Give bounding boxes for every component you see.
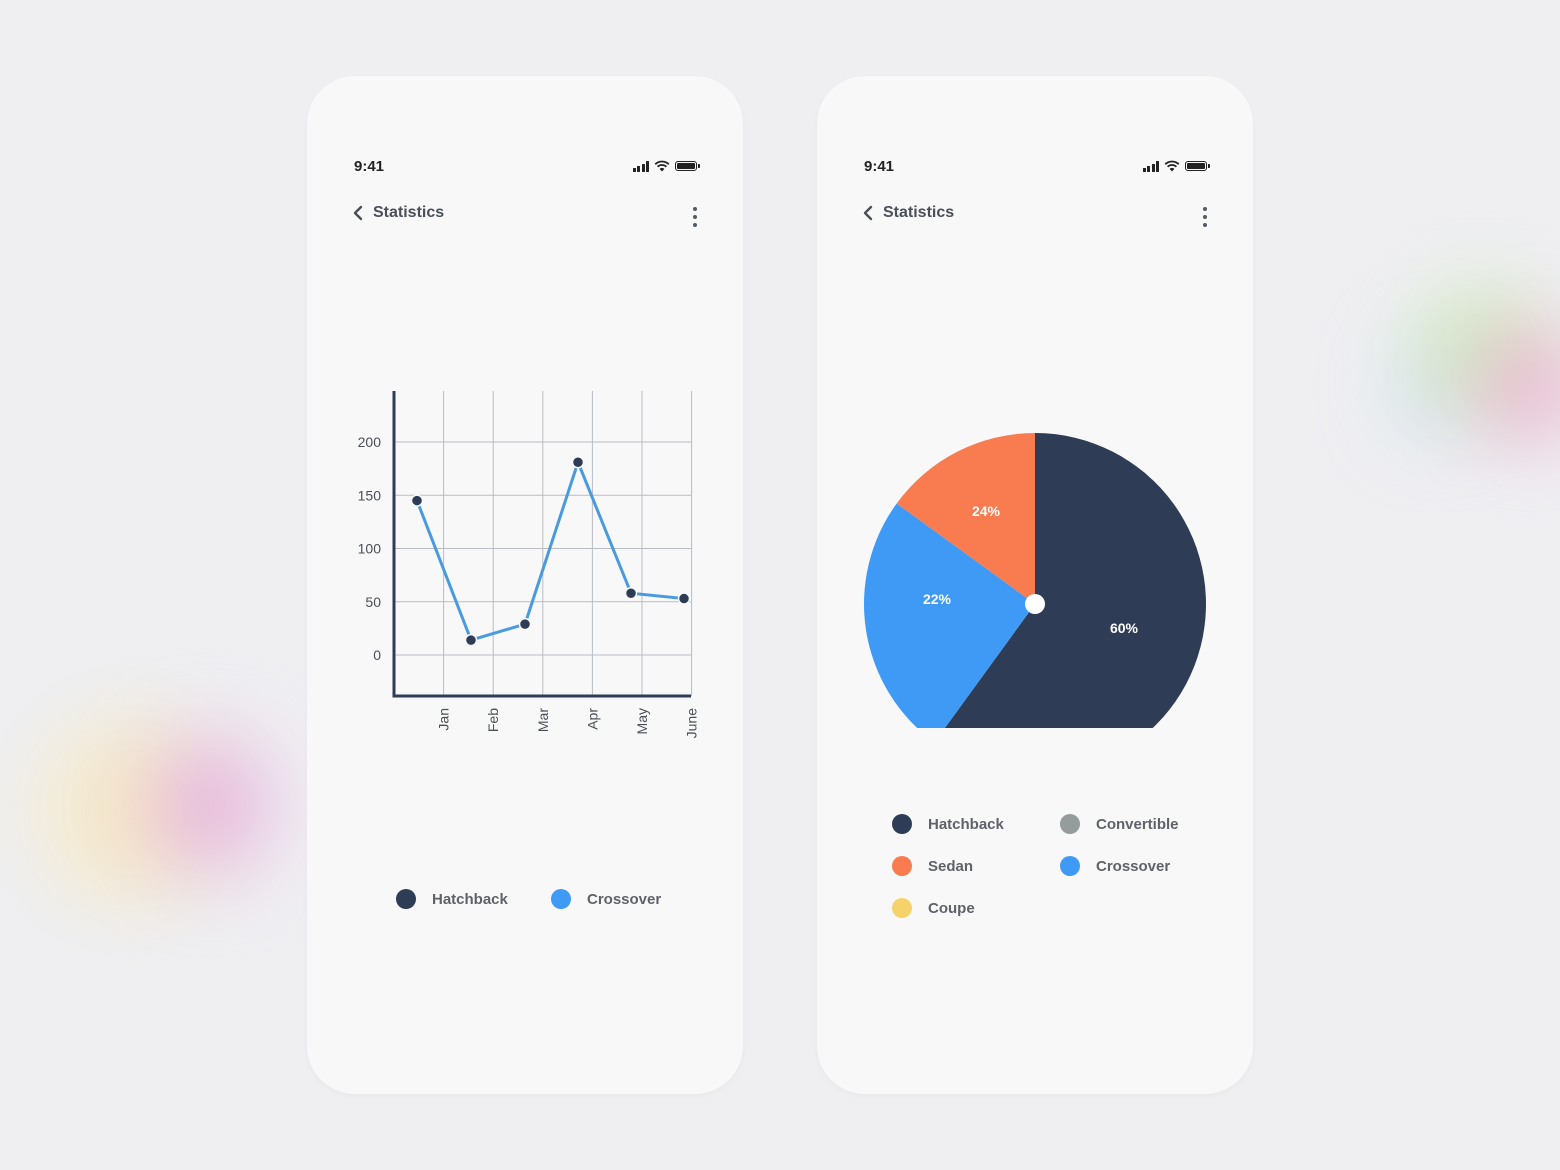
y-tick-label: 50 [365, 594, 381, 610]
legend-dot-crossover [551, 889, 571, 909]
data-point [624, 586, 638, 600]
data-point [518, 617, 532, 631]
status-time: 9:41 [864, 158, 895, 175]
pie-chart: 60% 22% 24% [864, 433, 1207, 728]
more-options-button[interactable] [1201, 207, 1209, 227]
data-point [464, 633, 478, 647]
series-line-segment [523, 460, 580, 626]
legend-label: Hatchback [928, 815, 1004, 833]
x-tick-label: Mar [535, 708, 551, 732]
pie-center-dot [1025, 594, 1045, 614]
legend-dot [892, 898, 912, 918]
series-line-segment [469, 622, 527, 642]
legend-label: Sedan [928, 857, 974, 875]
x-tick-label: Feb [485, 708, 501, 732]
phone-screen-pie-chart: 9:41 Statistics 60% 22% 24% Hatchback Conve… [817, 76, 1253, 1094]
legend-item-crossover: Crossover [1060, 856, 1170, 876]
pie-slice-label: 60% [1110, 620, 1139, 636]
page-title: Statistics [883, 204, 955, 221]
legend-item-sedan: Sedan [892, 856, 973, 876]
phone-screen-line-chart: 9:41 Statistics 0 50 100 150 200 Jan Feb Mar Apr… [307, 76, 743, 1094]
legend-label: Crossover [587, 890, 662, 908]
y-tick-label: 100 [358, 541, 382, 557]
legend-dot [892, 856, 912, 876]
legend-dot [1060, 856, 1080, 876]
background-blur-pink [150, 740, 270, 870]
chevron-left-icon [353, 205, 363, 221]
pie-slice-label: 22% [923, 591, 952, 607]
line-chart: 0 50 100 150 200 Jan Feb Mar Apr May June [358, 391, 700, 739]
legend-label: Crossover [1096, 857, 1171, 875]
legend-item-crossover: Crossover [551, 889, 661, 909]
data-point [410, 494, 424, 507]
battery-icon [675, 161, 700, 171]
series-line-segment [629, 591, 686, 601]
legend-label: Hatchback [432, 890, 508, 908]
status-time: 9:41 [354, 158, 385, 175]
legend-label: Coupe [928, 899, 975, 917]
legend-dot-hatchback [396, 889, 416, 909]
battery-icon [1185, 161, 1210, 171]
legend-item-hatchback: Hatchback [892, 814, 1004, 834]
signal-icon [632, 160, 649, 172]
y-tick-label: 150 [358, 487, 382, 503]
legend-item-coupe: Coupe [892, 898, 975, 918]
legend-dot [892, 814, 912, 834]
back-button[interactable]: Statistics [353, 204, 444, 222]
wifi-icon [1164, 160, 1180, 172]
data-point [571, 455, 585, 469]
back-button[interactable]: Statistics [863, 204, 954, 222]
status-icons [1142, 160, 1210, 172]
signal-icon [1142, 160, 1159, 172]
more-options-button[interactable] [691, 207, 699, 227]
wifi-icon [654, 160, 670, 172]
y-tick-label: 200 [358, 434, 382, 450]
series-line-segment [576, 460, 633, 595]
x-tick-label: Apr [584, 708, 600, 730]
data-point [677, 592, 691, 605]
legend-dot [1060, 814, 1080, 834]
legend-item-hatchback: Hatchback [396, 889, 508, 909]
x-tick-label: May [634, 708, 650, 734]
legend-label: Convertible [1096, 815, 1179, 833]
y-tick-label: 0 [373, 647, 381, 663]
page-title: Statistics [373, 204, 445, 221]
chevron-left-icon [863, 205, 873, 221]
x-tick-label: Jan [436, 708, 452, 731]
x-tick-label: June [684, 708, 700, 739]
legend-item-convertible: Convertible [1060, 814, 1179, 834]
status-icons [632, 160, 700, 172]
pie-slice-label: 24% [972, 503, 1001, 519]
